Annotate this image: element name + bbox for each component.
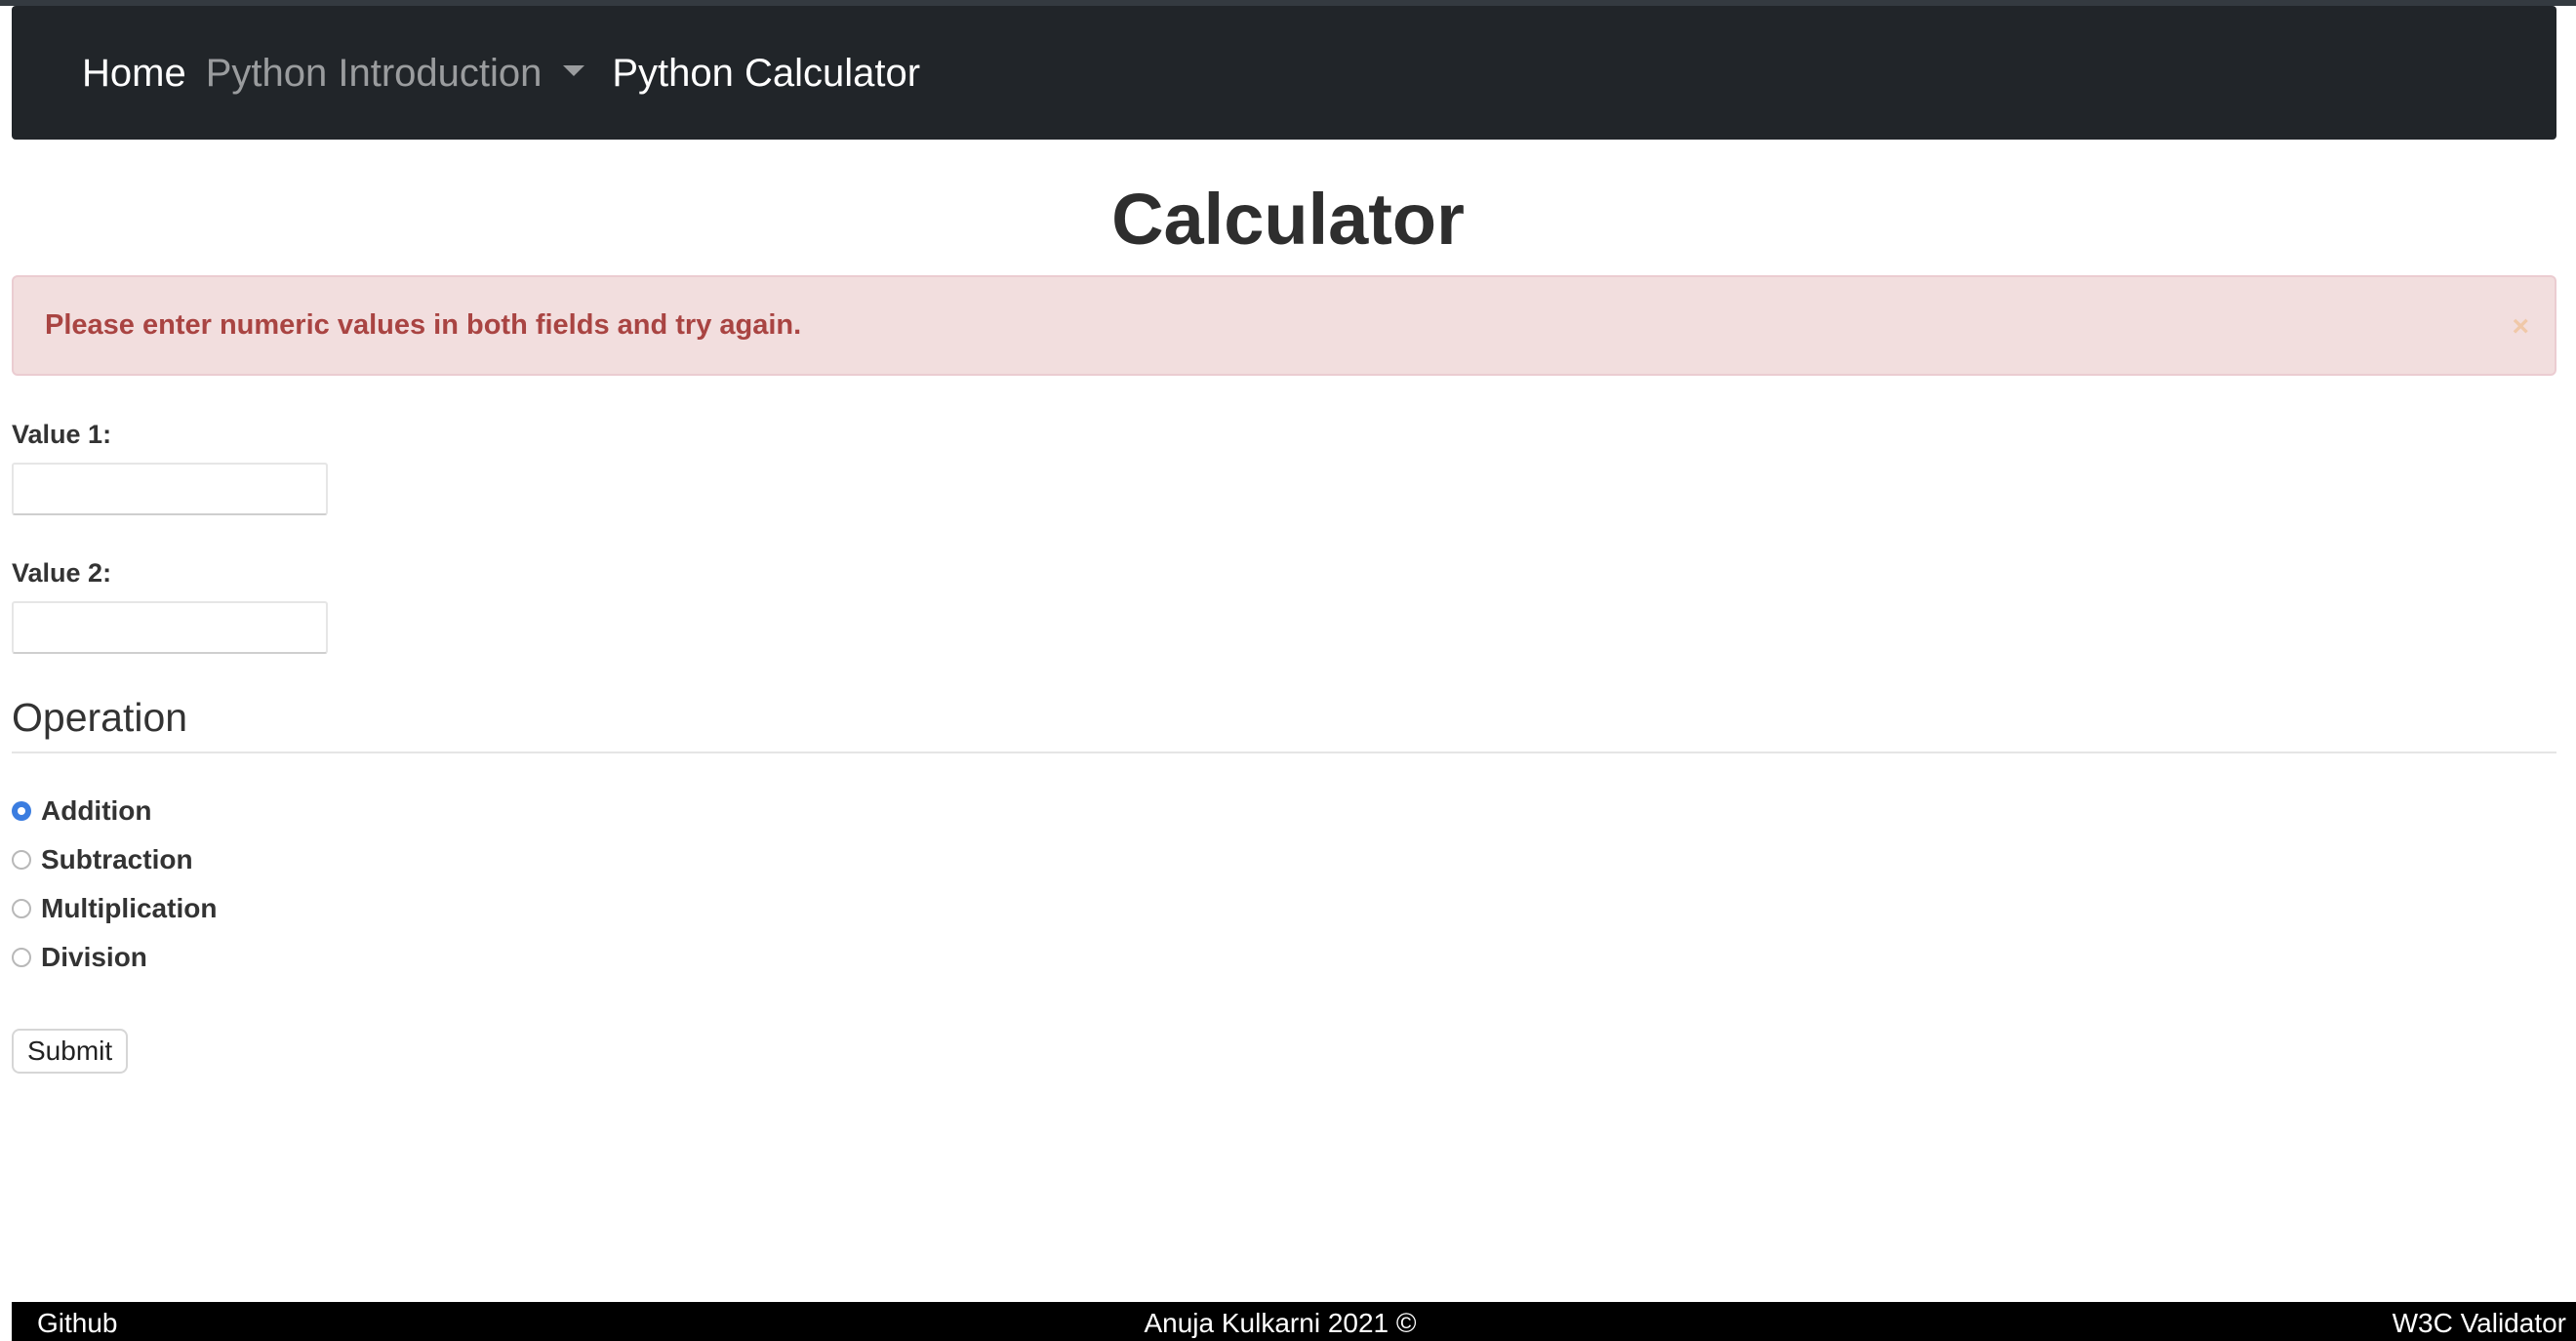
radio-subtraction[interactable] (12, 850, 31, 870)
page-title: Calculator (1111, 179, 1465, 260)
radio-addition[interactable] (12, 801, 31, 821)
caret-down-icon[interactable] (563, 65, 585, 76)
navbar: Home Python Introduction Python Calculat… (12, 6, 2556, 140)
submit-button[interactable]: Submit (12, 1029, 129, 1074)
operation-legend: Operation (12, 695, 188, 740)
nav-home-link[interactable]: Home (82, 54, 186, 93)
footer-w3c-validator-link[interactable]: W3C Validator (2393, 1308, 2566, 1339)
value1-input[interactable] (12, 463, 328, 515)
value1-label: Value 1: (12, 420, 112, 449)
legend-divider (12, 752, 2556, 753)
page: Home Python Introduction Python Calculat… (0, 0, 2576, 1341)
footer-copyright: Anuja Kulkarni 2021 © (1144, 1308, 1417, 1338)
footer: Github Anuja Kulkarni 2021 © W3C Validat… (12, 1302, 2576, 1341)
radio-label-subtraction[interactable]: Subtraction (41, 844, 193, 875)
close-icon[interactable]: × (2512, 312, 2529, 342)
operation-option-addition[interactable]: Addition (12, 795, 152, 827)
radio-label-division[interactable]: Division (41, 942, 147, 973)
operation-option-multiplication[interactable]: Multiplication (12, 893, 217, 924)
value2-input[interactable] (12, 601, 328, 654)
value2-label: Value 2: (12, 558, 112, 588)
nav-python-calculator-link[interactable]: Python Calculator (612, 54, 920, 93)
radio-division[interactable] (12, 948, 31, 967)
alert-message: Please enter numeric values in both fiel… (45, 309, 802, 341)
error-alert: Please enter numeric values in both fiel… (12, 275, 2556, 376)
radio-multiplication[interactable] (12, 899, 31, 918)
nav-dropdown-label[interactable]: Python Introduction (206, 54, 543, 93)
radio-label-multiplication[interactable]: Multiplication (41, 893, 217, 924)
operation-option-subtraction[interactable]: Subtraction (12, 844, 193, 875)
operation-option-division[interactable]: Division (12, 942, 147, 973)
radio-label-addition[interactable]: Addition (41, 795, 152, 827)
nav-dropdown-python-introduction[interactable]: Python Introduction (206, 54, 585, 93)
